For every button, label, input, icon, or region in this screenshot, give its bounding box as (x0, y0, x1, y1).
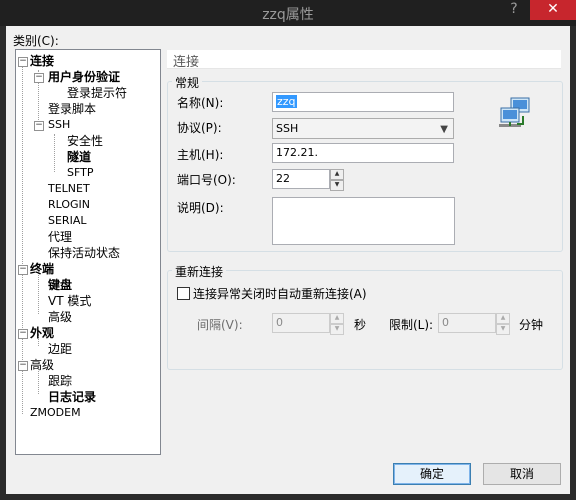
spin-up-icon[interactable]: ▲ (496, 313, 510, 324)
port-label: 端口号(O): (177, 173, 236, 187)
spin-down-icon[interactable]: ▼ (496, 324, 510, 335)
tree-item-sftp[interactable]: SFTP (67, 165, 93, 181)
help-button[interactable]: ? (500, 0, 528, 20)
expand-advanced-icon[interactable]: − (18, 361, 28, 371)
spin-down-icon[interactable]: ▼ (330, 324, 344, 335)
interval-stepper[interactable]: ▲ ▼ (330, 313, 344, 335)
tree-item-keyboard[interactable]: 键盘 (48, 277, 72, 293)
limit-stepper[interactable]: ▲ ▼ (496, 313, 510, 335)
dialog-body: 类别(C): − 连接 − 用户身份验证 登录提示符 登录脚本 − SSH 安全… (6, 26, 570, 494)
tree-item-vt-mode[interactable]: VT 模式 (48, 293, 91, 309)
host-label: 主机(H): (177, 148, 224, 162)
tree-item-login-prompt[interactable]: 登录提示符 (67, 85, 127, 101)
tree-item-connection[interactable]: 连接 (30, 53, 54, 69)
cancel-button[interactable]: 取消 (483, 463, 561, 485)
section-header: 连接 (167, 50, 561, 70)
limit-label: 限制(L): (389, 318, 434, 332)
spin-up-icon[interactable]: ▲ (330, 169, 344, 180)
limit-field[interactable]: 0 (438, 313, 496, 333)
section-title: 连接 (173, 55, 200, 70)
protocol-label: 协议(P): (177, 121, 222, 135)
interval-label: 间隔(V): (197, 318, 243, 332)
tree-item-login-script[interactable]: 登录脚本 (48, 101, 96, 117)
ok-button[interactable]: 确定 (393, 463, 471, 485)
expand-user-auth-icon[interactable]: − (34, 73, 44, 83)
auto-reconnect-checkbox[interactable] (177, 287, 190, 300)
window-title: zzq属性 (262, 7, 314, 23)
description-label: 说明(D): (177, 201, 224, 215)
expand-appearance-icon[interactable]: − (18, 329, 28, 339)
tree-item-tunnel[interactable]: 隧道 (67, 149, 91, 165)
general-group-title: 常规 (172, 74, 203, 91)
title-bar: zzq属性 ? ✕ (0, 0, 576, 26)
expand-connection-icon[interactable]: − (18, 57, 28, 67)
tree-item-margin[interactable]: 边距 (48, 341, 72, 357)
tree-item-terminal-advanced[interactable]: 高级 (48, 309, 72, 325)
tree-item-keepalive[interactable]: 保持活动状态 (48, 245, 120, 261)
name-field[interactable]: zzq (272, 92, 454, 112)
tree-item-telnet[interactable]: TELNET (48, 181, 90, 197)
name-label: 名称(N): (177, 96, 224, 110)
network-computers-icon (499, 97, 530, 127)
tree-item-ssh[interactable]: SSH (48, 117, 70, 133)
protocol-value: SSH (276, 122, 299, 135)
tree-item-security[interactable]: 安全性 (67, 133, 103, 149)
spin-up-icon[interactable]: ▲ (330, 313, 344, 324)
reconnect-group-title: 重新连接 (172, 263, 227, 280)
tree-item-rlogin[interactable]: RLOGIN (48, 197, 90, 213)
properties-window: zzq属性 ? ✕ 类别(C): − 连接 − 用户身份验证 登录提示符 登录脚… (0, 0, 576, 500)
tree-item-zmodem[interactable]: ZMODEM (30, 405, 81, 421)
category-label: 类别(C): (13, 34, 59, 48)
expand-ssh-icon[interactable]: − (34, 121, 44, 131)
interval-unit: 秒 (354, 318, 367, 332)
host-field[interactable]: 172.21. (272, 143, 454, 163)
tree-item-advanced[interactable]: 高级 (30, 357, 54, 373)
port-stepper[interactable]: ▲ ▼ (330, 169, 344, 191)
tree-item-proxy[interactable]: 代理 (48, 229, 72, 245)
tree-item-trace[interactable]: 跟踪 (48, 373, 72, 389)
spin-down-icon[interactable]: ▼ (330, 180, 344, 191)
interval-field[interactable]: 0 (272, 313, 330, 333)
protocol-select[interactable]: SSH ▼ (272, 118, 454, 139)
chevron-down-icon: ▼ (440, 124, 448, 135)
tree-item-log[interactable]: 日志记录 (48, 389, 96, 405)
category-tree[interactable]: − 连接 − 用户身份验证 登录提示符 登录脚本 − SSH 安全性 隧道 SF… (15, 49, 161, 455)
tree-item-terminal[interactable]: 终端 (30, 261, 54, 277)
expand-terminal-icon[interactable]: − (18, 265, 28, 275)
auto-reconnect-label[interactable]: 连接异常关闭时自动重新连接(A) (193, 285, 367, 302)
tree-item-serial[interactable]: SERIAL (48, 213, 86, 229)
description-field[interactable] (272, 197, 455, 245)
limit-unit: 分钟 (519, 318, 544, 332)
tree-item-appearance[interactable]: 外观 (30, 325, 54, 341)
port-field[interactable]: 22 (272, 169, 330, 189)
tree-item-user-auth[interactable]: 用户身份验证 (48, 69, 120, 85)
close-button[interactable]: ✕ (530, 0, 576, 20)
